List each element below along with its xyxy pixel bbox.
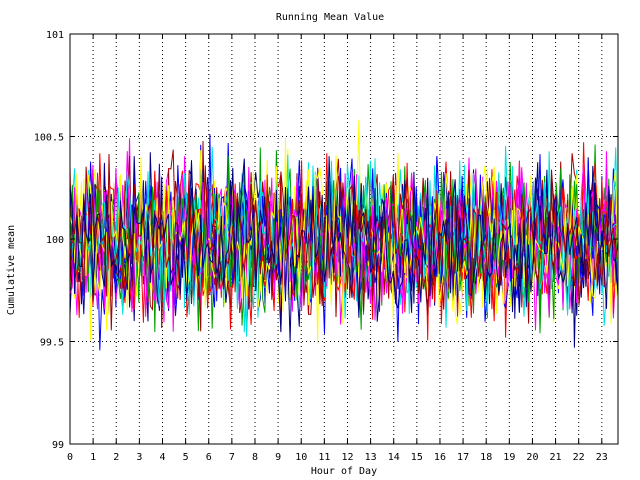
x-tick-label: 18 — [480, 452, 492, 463]
x-tick-label: 13 — [365, 452, 377, 463]
series-group — [69, 119, 619, 351]
x-tick-label: 6 — [206, 452, 212, 463]
y-tick-label: 101 — [46, 30, 64, 41]
x-tick-label: 10 — [295, 452, 307, 463]
x-tick-label: 8 — [252, 452, 258, 463]
x-tick-label: 17 — [457, 452, 469, 463]
x-tick-label: 1 — [90, 452, 96, 463]
y-tick-label: 100.5 — [34, 133, 64, 144]
x-tick-label: 11 — [318, 452, 330, 463]
x-tick-label: 4 — [159, 452, 165, 463]
x-tick-label: 9 — [275, 452, 281, 463]
x-tick-label: 22 — [573, 452, 585, 463]
x-tick-label: 12 — [341, 452, 353, 463]
y-tick-label: 99 — [52, 440, 64, 451]
x-axis-label: Hour of Day — [311, 466, 377, 477]
y-tick-label: 100 — [46, 235, 64, 246]
line-chart: Running Mean Value 9999.5100100.5101 012… — [6, 12, 619, 477]
chart-title: Running Mean Value — [276, 12, 384, 23]
x-tick-label: 21 — [550, 452, 562, 463]
x-tick-label: 2 — [113, 452, 119, 463]
y-axis-label: Cumulative mean — [6, 225, 17, 315]
x-tick-label: 15 — [411, 452, 423, 463]
x-tick-label: 14 — [388, 452, 400, 463]
x-tick-label: 23 — [596, 452, 608, 463]
x-tick-label: 7 — [229, 452, 235, 463]
x-tick-label: 5 — [183, 452, 189, 463]
y-tick-label: 99.5 — [40, 338, 64, 349]
x-tick-label: 20 — [526, 452, 538, 463]
x-tick-label: 16 — [434, 452, 446, 463]
x-tick-label: 0 — [67, 452, 73, 463]
x-tick-label: 3 — [136, 452, 142, 463]
x-tick-label: 19 — [503, 452, 515, 463]
